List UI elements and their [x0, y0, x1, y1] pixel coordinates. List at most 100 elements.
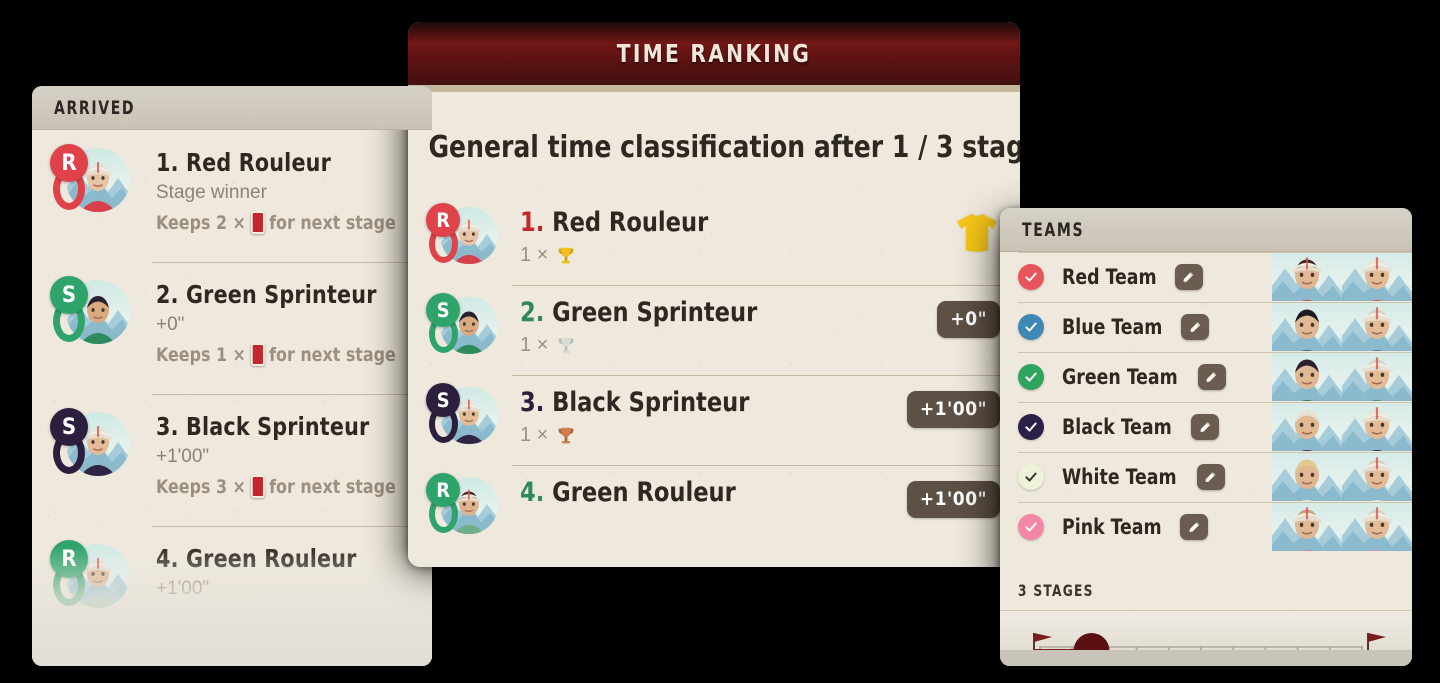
team-name-label: Blue Team [1062, 315, 1163, 339]
game-screen: ARRIVED R 1. Red Rouleur Stage winner Ke… [0, 0, 1440, 683]
trophy-count-text: 1 × [520, 334, 549, 356]
team-riders-thumbnails [1272, 503, 1412, 551]
team-rider-thumb [1342, 453, 1412, 501]
rider-role-badge: S [50, 408, 88, 446]
teams-list[interactable]: Red Team Blue Team Green Team Black Team… [1000, 252, 1412, 552]
rider-avatar: R [426, 473, 500, 547]
time-gap-badge: +0" [937, 301, 1000, 338]
keeps-cards-text: Keeps 3 × for next stage [156, 475, 396, 498]
team-riders-thumbnails [1272, 453, 1412, 501]
arrived-title: ARRIVED [54, 96, 136, 119]
ranking-rider-name: 2. Green Sprinteur [520, 297, 908, 328]
edit-team-button[interactable] [1191, 414, 1220, 440]
trophy-count-text: 1 × [520, 244, 549, 266]
team-row[interactable]: Green Team [1000, 352, 1412, 402]
stage-ground [1000, 650, 1412, 666]
ranking-row[interactable]: R 4. Green Rouleur +1'00" [408, 465, 1020, 555]
trophy-count-text: 1 × [520, 424, 549, 446]
ranking-row[interactable]: R 1. Red Rouleur 1 × [408, 195, 1020, 285]
ranking-avatar-cell: R [426, 473, 512, 547]
team-name-label: White Team [1062, 465, 1177, 489]
team-enabled-checkbox[interactable] [1018, 264, 1044, 290]
team-enabled-checkbox[interactable] [1018, 414, 1044, 440]
ranking-position: 3. [520, 387, 545, 418]
team-rider-thumb [1272, 453, 1342, 501]
team-enabled-checkbox[interactable] [1018, 364, 1044, 390]
arrived-row[interactable]: R 4. Green Rouleur +1'00" [32, 526, 432, 658]
edit-team-button[interactable] [1181, 314, 1210, 340]
keeps-prefix: Keeps 1 × [156, 343, 246, 366]
keeps-suffix: for next stage [269, 343, 396, 366]
arrived-rider-status: +1'00" [156, 446, 210, 467]
team-riders-thumbnails [1272, 303, 1412, 351]
check-icon [1025, 272, 1037, 282]
pencil-icon [1190, 321, 1200, 332]
ranking-row[interactable]: S 2. Green Sprinteur 1 × +0" [408, 285, 1020, 375]
ranking-list[interactable]: R 1. Red Rouleur 1 × S 2. Green Sprinteu… [408, 195, 1020, 555]
red-card-icon [250, 475, 265, 498]
arrived-avatar-cell: R [50, 144, 146, 226]
ranking-right-cell: +0" [937, 293, 1000, 338]
ranking-avatar-cell: S [426, 383, 512, 457]
teams-body: Red Team Blue Team Green Team Black Team… [1000, 252, 1412, 666]
team-enabled-checkbox[interactable] [1018, 514, 1044, 540]
arrived-rider-status: +0" [156, 314, 185, 335]
ranking-position: 4. [520, 477, 545, 508]
pencil-icon [1206, 371, 1217, 382]
team-enabled-checkbox[interactable] [1018, 314, 1044, 340]
edit-team-button[interactable] [1174, 264, 1203, 290]
ranking-name-text: Green Rouleur [552, 477, 736, 508]
rider-role-badge: S [50, 276, 88, 314]
edit-team-button[interactable] [1196, 464, 1225, 490]
arrived-row[interactable]: R 1. Red Rouleur Stage winner Keeps 2 × … [32, 130, 432, 262]
stage-progress-slider[interactable] [1000, 610, 1412, 666]
keeps-prefix: Keeps 3 × [156, 475, 246, 498]
arrived-row[interactable]: S 3. Black Sprinteur +1'00" Keeps 3 × fo… [32, 394, 432, 526]
team-name-label: Black Team [1062, 415, 1172, 439]
check-icon [1025, 322, 1037, 332]
team-enabled-checkbox[interactable] [1018, 464, 1044, 490]
team-row[interactable]: White Team [1000, 452, 1412, 502]
team-name-label: Red Team [1062, 265, 1157, 289]
trophy-icon [559, 247, 574, 263]
check-icon [1025, 372, 1037, 382]
team-row[interactable]: Red Team [1000, 252, 1412, 302]
team-rider-thumb [1342, 503, 1412, 551]
edit-team-button[interactable] [1180, 514, 1209, 540]
check-icon [1025, 422, 1037, 432]
pencil-icon [1200, 421, 1211, 432]
ranking-text-cell: 2. Green Sprinteur 1 × [512, 293, 937, 357]
team-riders-thumbnails [1272, 353, 1412, 401]
ranking-text-cell: 1. Red Rouleur 1 × [512, 203, 954, 267]
keeps-suffix: for next stage [269, 475, 396, 498]
red-card-icon [250, 343, 265, 366]
ranking-row[interactable]: S 3. Black Sprinteur 1 × +1'00" [408, 375, 1020, 465]
rider-avatar: R [50, 540, 132, 622]
time-ranking-header: TIME RANKING [408, 22, 1020, 92]
stages-count-label: 3 STAGES [1018, 581, 1094, 600]
rider-avatar: S [50, 408, 132, 490]
arrived-list[interactable]: R 1. Red Rouleur Stage winner Keeps 2 × … [32, 130, 432, 666]
arrived-text-cell: 2. Green Sprinteur +0" Keeps 1 × for nex… [146, 276, 414, 366]
team-rider-thumb [1342, 253, 1412, 301]
time-ranking-dialog: TIME RANKING General time classification… [408, 22, 1020, 567]
team-row[interactable]: Black Team [1000, 402, 1412, 452]
arrived-rider-status: +1'00" [156, 578, 210, 599]
ranking-avatar-cell: R [426, 203, 512, 277]
team-row[interactable]: Blue Team [1000, 302, 1412, 352]
arrived-rider-name: 1. Red Rouleur [156, 148, 331, 177]
team-row[interactable]: Pink Team [1000, 502, 1412, 552]
arrived-row[interactable]: S 2. Green Sprinteur +0" Keeps 1 × for n… [32, 262, 432, 394]
ranking-name-text: Red Rouleur [552, 207, 709, 238]
arrived-rider-name: 4. Green Rouleur [156, 544, 357, 573]
ranking-right-cell: +1'00" [906, 473, 1000, 518]
keeps-cards-text: Keeps 1 × for next stage [156, 343, 396, 366]
edit-team-button[interactable] [1197, 364, 1226, 390]
ranking-right-cell [954, 203, 1000, 255]
arrived-text-cell: 1. Red Rouleur Stage winner Keeps 2 × fo… [146, 144, 414, 234]
rider-avatar: S [426, 293, 500, 367]
team-riders-thumbnails [1272, 403, 1412, 451]
teams-panel: TEAMS Red Team Blue Team Green Team Blac… [1000, 208, 1412, 666]
team-rider-thumb [1272, 253, 1342, 301]
team-rider-thumb [1272, 503, 1342, 551]
